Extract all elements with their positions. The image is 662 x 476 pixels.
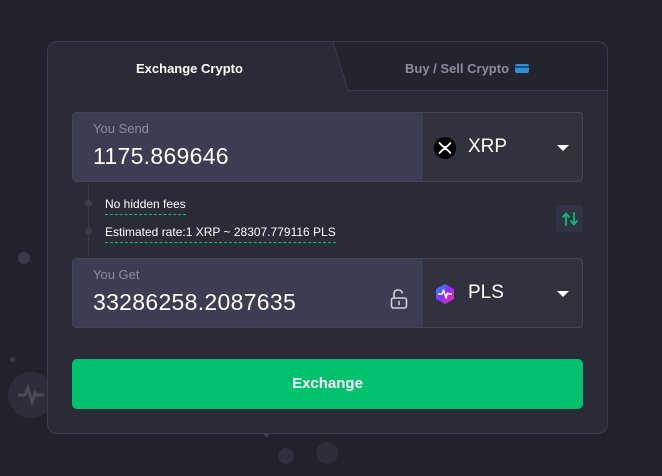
tab-exchange-crypto[interactable]: Exchange Crypto <box>136 61 243 76</box>
background-dot <box>10 357 15 362</box>
timeline-line <box>88 185 89 255</box>
timeline-dot <box>85 228 92 235</box>
get-currency-code: PLS <box>468 282 504 303</box>
get-amount-input[interactable]: You Get 33286258.2087635 <box>73 259 423 327</box>
get-amount-value[interactable]: 33286258.2087635 <box>93 289 296 316</box>
chevron-down-icon <box>557 291 569 297</box>
swap-arrows-icon <box>561 211 578 226</box>
send-amount-value[interactable]: 1175.869646 <box>93 143 229 170</box>
xrp-icon <box>434 137 456 159</box>
background-dot <box>316 442 338 464</box>
background-dot <box>18 252 30 264</box>
background-dot <box>278 448 294 464</box>
tab-buy-sell-crypto[interactable]: Buy / Sell Crypto <box>405 61 530 76</box>
get-field: You Get 33286258.2087635 PLS <box>72 258 583 328</box>
chevron-down-icon <box>557 145 569 151</box>
send-amount-input[interactable]: You Send 1175.869646 <box>73 113 423 181</box>
tab-bar: Exchange Crypto Buy / Sell Crypto <box>48 42 607 92</box>
send-currency-code: XRP <box>468 136 508 157</box>
send-label: You Send <box>93 121 149 136</box>
swap-currencies-button[interactable] <box>556 205 583 232</box>
no-hidden-fees-link[interactable]: No hidden fees <box>105 197 186 215</box>
get-currency-selector[interactable]: PLS <box>423 259 582 327</box>
timeline-dot <box>85 200 92 207</box>
estimated-rate-text[interactable]: Estimated rate:1 XRP ~ 28307.779116 PLS <box>105 225 336 243</box>
credit-card-icon <box>515 64 530 73</box>
exchange-button[interactable]: Exchange <box>72 359 583 409</box>
unlock-icon[interactable] <box>389 288 409 310</box>
pls-icon <box>436 284 454 304</box>
send-field: You Send 1175.869646 XRP <box>72 112 583 182</box>
exchange-info: No hidden fees Estimated rate:1 XRP ~ 28… <box>72 185 583 255</box>
exchange-widget: Exchange Crypto Buy / Sell Crypto You Se… <box>47 41 608 434</box>
get-label: You Get <box>93 267 140 282</box>
send-currency-selector[interactable]: XRP <box>423 113 582 181</box>
tab-buy-sell-label: Buy / Sell Crypto <box>405 61 510 76</box>
